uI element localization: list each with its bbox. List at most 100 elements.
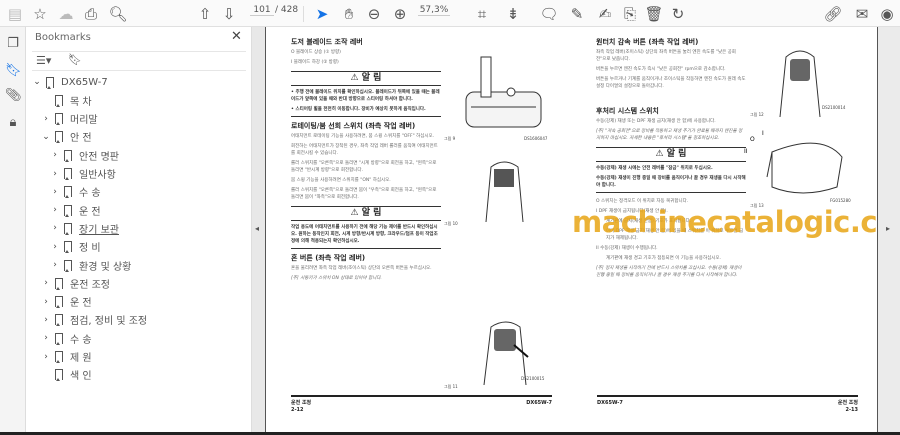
heading: 혼 버튼 (좌측 작업 레버) [291, 254, 366, 262]
rotate-icon[interactable]: ↻ [668, 4, 688, 24]
bookmark-item[interactable]: 색 인 [41, 367, 92, 383]
bookmark-item[interactable]: › 점검, 정비 및 조정 [41, 312, 147, 328]
divider [303, 6, 304, 22]
collapse-panel-icon[interactable]: ◂ [255, 224, 259, 233]
account-icon[interactable]: ◉ [877, 4, 897, 24]
fit-page-icon[interactable]: ⌗ [472, 4, 492, 24]
chevron-icon[interactable]: ⌄ [32, 77, 42, 87]
bookmark-label: 운전 조정 [70, 279, 110, 291]
chevron-icon[interactable]: › [50, 205, 60, 215]
bookmark-icon [55, 131, 63, 144]
chevron-icon[interactable]: › [41, 333, 51, 343]
bookmark-item[interactable]: › 일반사항 [50, 166, 116, 182]
attachment-icon[interactable]: 📎︎ [5, 88, 22, 104]
hand-icon[interactable]: ✋︎ [339, 4, 359, 24]
page-number-input[interactable]: 101 [250, 5, 274, 16]
bookmark-item[interactable]: › 머리말 [41, 111, 98, 127]
bookmark-label: 머리말 [70, 115, 98, 127]
zoom-search-icon[interactable]: 🔍︎ [108, 4, 128, 24]
cloud-upload-icon[interactable]: ☁ [56, 4, 76, 24]
close-icon[interactable]: ✕ [231, 29, 242, 44]
share-link-icon[interactable]: 🔗︎ [823, 4, 843, 24]
chevron-icon[interactable]: › [50, 223, 60, 233]
bookmark-item[interactable]: › 안전 명판 [50, 147, 119, 163]
stamp-icon[interactable]: ⎘ [620, 4, 640, 24]
expand-right-pane-icon[interactable]: ▸ [886, 224, 890, 233]
bookmark-item[interactable]: › 운전 조정 [41, 275, 110, 291]
security-icon[interactable]: 🔒︎ [5, 115, 21, 131]
bookmark-item[interactable]: › 환경 및 상황 [50, 257, 131, 273]
zoom-input[interactable]: 57,3% [418, 5, 450, 16]
scroll-mode-icon[interactable]: ⇟ [503, 4, 523, 24]
chevron-icon[interactable]: › [41, 297, 51, 307]
prev-page-icon[interactable]: ⇧ [195, 4, 215, 24]
bookmark-label: 제 원 [70, 353, 92, 364]
bookmark-item[interactable]: › 운 전 [50, 202, 101, 218]
chevron-icon[interactable]: › [50, 260, 60, 270]
bookmark-item[interactable]: 목 차 [41, 92, 92, 108]
save-icon[interactable]: ▤ [5, 4, 25, 24]
bookmark-item[interactable]: ⌄ DX65W-7 [32, 74, 108, 90]
figure-code: DS1606047 [524, 136, 548, 141]
bookmark-label: DX65W-7 [61, 76, 108, 88]
vertical-scrollbar[interactable]: ▸ [877, 27, 900, 432]
bookmark-label: 일반사항 [79, 170, 116, 181]
bookmark-star-icon[interactable]: ☆ [30, 4, 50, 24]
heading: 원터치 감속 버튼 (좌측 작업 레버) [596, 38, 699, 46]
bookmark-icon [64, 241, 72, 254]
bookmark-item[interactable]: › 운 전 [41, 294, 92, 310]
bookmark-item[interactable]: › 장기 보관 [50, 220, 119, 236]
text: 수동(강제) 재생 시에는 안전 레버를 "잠금" 위치로 두십시오. [596, 166, 713, 171]
delete-icon[interactable]: 🗑︎ [644, 4, 664, 24]
comment-icon[interactable]: 🗨︎ [539, 4, 559, 24]
bookmark-item[interactable]: ⌄ 안 전 [41, 129, 92, 145]
bookmark-label: 점검, 정비 및 조정 [70, 316, 148, 328]
bookmark-label: 안 전 [70, 133, 92, 145]
chevron-icon[interactable]: › [50, 187, 60, 197]
dozer-lever-figure [465, 56, 542, 128]
notice-box: ⚠ 알 림 수동(강제) 재생 시에는 안전 레버를 "잠금" 위치로 두십시오… [596, 147, 746, 193]
next-page-icon[interactable]: ⇩ [219, 4, 239, 24]
zoom-out-icon[interactable]: ⊖ [364, 4, 384, 24]
bookmarks-icon[interactable]: 🔖︎ [5, 63, 22, 79]
pages-icon[interactable]: ❐ [5, 36, 21, 52]
panel-title: Bookmarks [35, 32, 91, 43]
bookmark-label: 운 전 [70, 298, 92, 310]
chevron-icon[interactable]: › [41, 315, 51, 325]
bookmark-item[interactable]: › 수 송 [50, 184, 101, 200]
select-cursor-icon[interactable]: ➤ [312, 4, 332, 24]
pen-icon[interactable]: ✎ [567, 4, 587, 24]
chevron-icon[interactable]: › [41, 114, 51, 124]
chevron-icon[interactable]: › [41, 278, 51, 288]
text: • 주행 전에 블레이드 위치를 확인하십시오. 블레이드가 뒤쪽에 있을 때는… [291, 90, 440, 102]
text: 버튼을 누르면 엔진 속도가 즉시 "낮은 공회전" rpm으로 감소합니다. [596, 67, 726, 72]
page-number: 2-12 [291, 407, 304, 413]
bookmark-icon [55, 113, 63, 126]
footer-section: 운전 조정 [837, 400, 858, 406]
options-menu-icon[interactable]: ☰▾ [36, 54, 51, 67]
deceleration-joystick-figure [779, 50, 821, 118]
heading: 도저 블레이드 조작 레버 [291, 38, 363, 46]
chevron-icon[interactable]: › [50, 242, 60, 252]
bookmark-item[interactable]: › 제 원 [41, 349, 92, 365]
chevron-icon[interactable]: › [50, 150, 60, 160]
text: 버튼을 누르거나 기계를 움직이거나 조이스틱을 작동하면 엔진 속도가 원래 … [596, 77, 746, 89]
zoom-in-icon[interactable]: ⊕ [390, 4, 410, 24]
label-ii: II [744, 148, 748, 155]
chevron-icon[interactable]: ⌄ [41, 132, 51, 142]
panel-splitter[interactable]: ◂ [252, 27, 265, 432]
bookmark-item[interactable]: › 수 송 [41, 330, 92, 346]
footer-model: DX65W-7 [526, 400, 552, 406]
print-icon[interactable]: ⎙ [81, 4, 101, 24]
find-bookmark-icon[interactable]: 🔖︎ [68, 53, 82, 66]
text: O 스위치는 정격모드 이 위치로 자동 복귀합니다. [596, 199, 689, 204]
chevron-icon[interactable]: › [50, 169, 60, 179]
text: 혼을 울리려면 좌측 작업 레버(조이스틱) 상단의 오른쪽 버튼을 누르십시오… [291, 266, 432, 271]
email-icon[interactable]: ✉ [852, 4, 872, 24]
bookmark-icon [64, 222, 72, 235]
bookmark-label: 장기 보관 [79, 224, 119, 236]
chevron-icon[interactable]: › [41, 352, 51, 362]
bookmark-icon [55, 296, 63, 309]
sign-icon[interactable]: ✍︎ [595, 4, 615, 24]
bookmark-item[interactable]: › 정 비 [50, 239, 101, 255]
